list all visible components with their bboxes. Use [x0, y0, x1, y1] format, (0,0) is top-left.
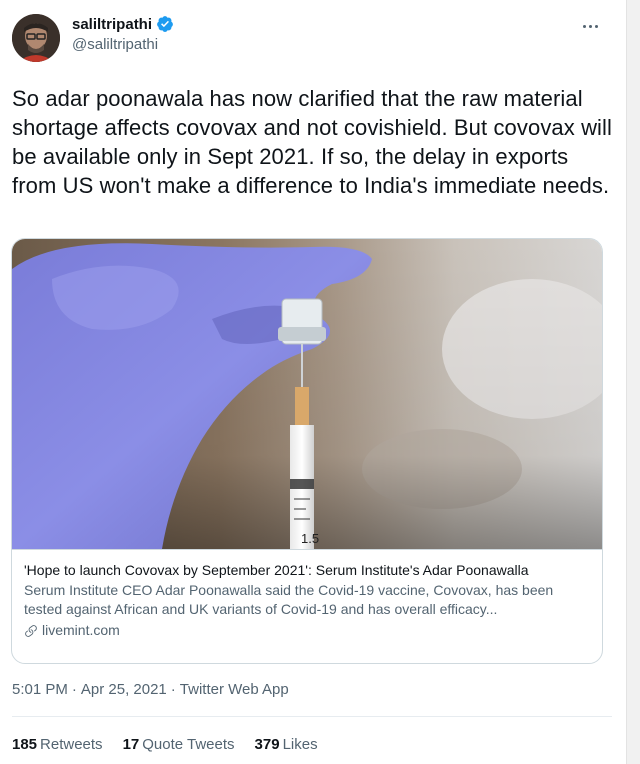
quote-tweets-stat[interactable]: 17 Quote Tweets [123, 736, 235, 753]
likes-count: 379 [254, 736, 280, 753]
tweet-time[interactable]: 5:01 PM [12, 681, 68, 698]
author-block: saliltripathi @saliltripathi [72, 14, 174, 53]
tweet-date[interactable]: Apr 25, 2021 [81, 681, 167, 698]
card-body: 'Hope to launch Covovax by September 202… [12, 549, 602, 663]
divider [12, 716, 612, 717]
avatar[interactable] [12, 14, 60, 62]
handle[interactable]: @saliltripathi [72, 36, 174, 53]
retweets-label: Retweets [40, 736, 103, 753]
card-image[interactable]: 1.5 [12, 239, 602, 549]
meta-separator: · [170, 681, 176, 698]
tweet-meta: 5:01 PM · Apr 25, 2021 · Twitter Web App [12, 681, 289, 698]
quote-tweets-count: 17 [122, 736, 140, 753]
tweet: saliltripathi @saliltripathi So adar poo… [0, 0, 640, 764]
likes-label: Likes [282, 736, 318, 753]
likes-stat[interactable]: 379 Likes [255, 736, 318, 753]
verified-badge-icon [156, 15, 174, 33]
card-domain-row: livemint.com [24, 621, 590, 640]
syringe-scale-label: 1.5 [301, 531, 319, 546]
card-title[interactable]: 'Hope to launch Covovax by September 202… [24, 561, 590, 580]
author-name-row[interactable]: saliltripathi [72, 14, 174, 34]
tweet-stats: 185 Retweets 17 Quote Tweets 379 Likes [12, 736, 318, 753]
meta-separator: · [71, 681, 77, 698]
scrollbar[interactable] [626, 0, 640, 764]
retweets-stat[interactable]: 185 Retweets [12, 736, 103, 753]
card-domain[interactable]: livemint.com [42, 621, 120, 640]
tweet-source[interactable]: Twitter Web App [180, 681, 289, 698]
avatar-image [12, 14, 60, 62]
tweet-text: So adar poonawala has now clarified that… [12, 86, 613, 198]
more-options-icon[interactable] [580, 16, 600, 36]
quote-tweets-label: Quote Tweets [142, 736, 235, 753]
retweets-count: 185 [12, 736, 38, 753]
link-card[interactable]: 1.5 'Hope to launch Covovax by September… [11, 238, 603, 664]
card-description: Serum Institute CEO Adar Poonawalla said… [24, 582, 554, 617]
link-icon [24, 624, 38, 638]
display-name[interactable]: saliltripathi [72, 16, 152, 33]
